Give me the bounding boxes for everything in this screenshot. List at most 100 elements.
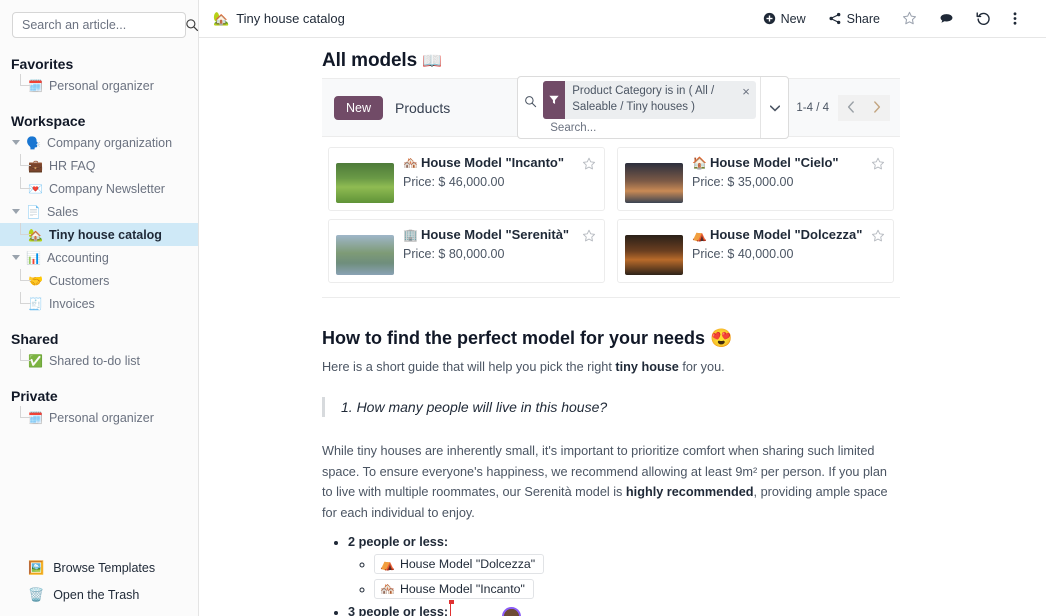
model-chip[interactable]: ⛺ House Model "Dolcezza" bbox=[374, 554, 545, 575]
sidebar-item-sales[interactable]: 📄 Sales bbox=[0, 200, 198, 223]
tree-connector bbox=[20, 292, 31, 304]
houses-icon: 🏘️ bbox=[403, 156, 418, 170]
top-bar-actions: New Share bbox=[752, 7, 1028, 30]
open-trash-label: Open the Trash bbox=[53, 587, 140, 602]
model-chip-label: House Model "Incanto" bbox=[399, 582, 525, 597]
open-trash-button[interactable]: 🗑️ Open the Trash bbox=[0, 581, 198, 608]
sidebar-item-company-organization[interactable]: 🗣️ Company organization bbox=[0, 131, 198, 154]
bar-chart-icon: 📊 bbox=[26, 250, 41, 265]
caret-down-icon[interactable] bbox=[12, 255, 20, 260]
filter-icon bbox=[543, 81, 566, 119]
top-bar: 🏡 Tiny house catalog New Share bbox=[199, 0, 1046, 38]
breadcrumb[interactable]: 🏡 Tiny house catalog bbox=[213, 11, 345, 27]
sidebar-item-customers[interactable]: 🤝 Customers bbox=[0, 269, 198, 292]
product-thumbnail bbox=[625, 163, 683, 203]
product-card-body: 🏢 House Model "Serenità" Price: $ 80,000.0… bbox=[403, 227, 576, 261]
main-area: 🏡 Tiny house catalog New Share All model… bbox=[199, 0, 1046, 616]
product-card-title-text: House Model "Cielo" bbox=[709, 155, 839, 170]
tree-connector bbox=[20, 223, 31, 235]
sidebar-item-shared-to-do-list[interactable]: ✅ Shared to-do list bbox=[0, 349, 198, 372]
remove-facet-button[interactable]: × bbox=[740, 81, 756, 99]
caret-down-icon[interactable] bbox=[12, 140, 20, 145]
tree-connector bbox=[20, 349, 31, 361]
product-card[interactable]: 🏠 House Model "Cielo" Price: $ 35,000.00 bbox=[617, 147, 894, 211]
browse-templates-button[interactable]: 🖼️ Browse Templates bbox=[0, 554, 198, 581]
sidebar-item-company-newsletter[interactable]: 💌 Company Newsletter bbox=[0, 177, 198, 200]
recommendation-group-label: 3 people or less: bbox=[348, 605, 449, 616]
product-card[interactable]: 🏢 House Model "Serenità" Price: $ 80,000.0… bbox=[328, 219, 605, 283]
model-chip-label: House Model "Dolcezza" bbox=[399, 557, 536, 572]
house-with-garden-icon: 🏡 bbox=[213, 10, 230, 26]
guide-heading-text: How to find the perfect model for your n… bbox=[322, 328, 706, 348]
favorite-button[interactable] bbox=[891, 7, 928, 30]
pager: 1-4 / 4 bbox=[796, 94, 890, 121]
new-button[interactable]: New bbox=[752, 8, 817, 30]
page-title: All models 📖 bbox=[199, 38, 1046, 78]
open-book-icon: 📖 bbox=[422, 53, 443, 70]
sidebar-item-accounting[interactable]: 📊 Accounting bbox=[0, 246, 198, 269]
sidebar-item-hr-faq[interactable]: 💼 HR FAQ bbox=[0, 154, 198, 177]
chevron-down-icon bbox=[769, 100, 780, 115]
sidebar-item-tiny-house-catalog[interactable]: 🏡 Tiny house catalog bbox=[0, 223, 198, 246]
favorite-star-icon[interactable] bbox=[576, 157, 596, 174]
browse-templates-label: Browse Templates bbox=[53, 560, 156, 575]
product-card-grid: 🏘️ House Model "Incanto" Price: $ 46,000.0… bbox=[322, 137, 900, 297]
favorite-star-icon[interactable] bbox=[865, 157, 885, 174]
sidebar: Favorites 🗓️Personal organizer Workspace 🗣️… bbox=[0, 0, 199, 616]
sidebar-item-label: Customers bbox=[48, 273, 110, 288]
kebab-menu-icon bbox=[1013, 11, 1017, 26]
history-button[interactable] bbox=[965, 7, 1002, 30]
guide-lead-before: Here is a short guide that will help you… bbox=[322, 360, 616, 374]
comments-button[interactable] bbox=[928, 8, 965, 30]
trash-icon: 🗑️ bbox=[28, 587, 45, 602]
sidebar-item-label: Invoices bbox=[48, 296, 95, 311]
guide-section: How to find the perfect model for your n… bbox=[322, 298, 900, 616]
collaborator-avatar[interactable] bbox=[502, 607, 521, 616]
tree-connector bbox=[20, 406, 31, 418]
product-card-body: 🏠 House Model "Cielo" Price: $ 35,000.00 bbox=[692, 155, 865, 189]
share-icon bbox=[828, 12, 842, 25]
heart-eyes-icon: 😍 bbox=[710, 328, 733, 348]
sidebar-item-invoices[interactable]: 🧾 Invoices bbox=[0, 292, 198, 315]
list-search-box[interactable]: Product Category is in ( All / Saleable … bbox=[517, 76, 790, 139]
favorite-star-icon[interactable] bbox=[865, 229, 885, 246]
search-facet[interactable]: Product Category is in ( All / Saleable … bbox=[543, 81, 756, 119]
list-search-input[interactable]: Search... bbox=[543, 119, 756, 134]
favorite-star-icon[interactable] bbox=[576, 229, 596, 246]
sidebar-section-title: Private bbox=[11, 388, 58, 404]
product-card[interactable]: ⛺ House Model "Dolcezza" Price: $ 40,000.0… bbox=[617, 219, 894, 283]
guide-paragraph: While tiny houses are inherently small, … bbox=[322, 441, 900, 523]
product-thumbnail bbox=[336, 235, 394, 275]
model-chip[interactable]: 🏘️ House Model "Incanto" bbox=[374, 579, 534, 600]
list-view-header: New Products Product Category is in (Al… bbox=[322, 76, 900, 139]
product-card-body: 🏘️ House Model "Incanto" Price: $ 46,000.0… bbox=[403, 155, 576, 189]
recommendation-item: ⛺ House Model "Dolcezza" bbox=[374, 554, 900, 575]
sidebar-item-personal-organizer[interactable]: 🗓️ Personal organizer bbox=[0, 74, 198, 97]
new-record-button[interactable]: New bbox=[334, 95, 384, 120]
search-input[interactable] bbox=[20, 17, 185, 33]
tent-icon: ⛺ bbox=[380, 557, 395, 572]
pager-previous-button[interactable] bbox=[838, 94, 864, 121]
search-dropdown-toggle[interactable] bbox=[760, 77, 788, 138]
sidebar-footer: 🖼️ Browse Templates 🗑️ Open the Trash bbox=[0, 554, 198, 608]
product-card[interactable]: 🏘️ House Model "Incanto" Price: $ 46,000.0… bbox=[328, 147, 605, 211]
chevron-left-icon bbox=[847, 100, 855, 116]
sidebar-item-label: Accounting bbox=[46, 250, 109, 265]
pager-next-button[interactable] bbox=[864, 94, 890, 121]
recommendation-group: 2 people or less: ⛺ House Model "Dolcezza"… bbox=[348, 535, 900, 600]
guide-heading: How to find the perfect model for your n… bbox=[322, 328, 900, 349]
tree-connector bbox=[20, 269, 31, 281]
speaking-head-icon: 🗣️ bbox=[26, 135, 41, 150]
recommendation-sublist: ⛺ House Model "Dolcezza" 🏘️ House Model "In… bbox=[348, 554, 900, 600]
product-card-title-text: House Model "Dolcezza" bbox=[709, 227, 863, 242]
product-card-price: Price: $ 80,000.00 bbox=[403, 247, 505, 261]
model-recommendation-list: 2 people or less: ⛺ House Model "Dolcezza"… bbox=[322, 535, 900, 616]
caret-down-icon[interactable] bbox=[12, 209, 20, 214]
more-options-button[interactable] bbox=[1002, 7, 1028, 30]
guide-lead-bold: tiny house bbox=[615, 360, 679, 374]
sidebar-item-personal-organizer[interactable]: 🗓️ Personal organizer bbox=[0, 406, 198, 429]
sidebar-search[interactable] bbox=[12, 12, 199, 38]
share-button[interactable]: Share bbox=[817, 8, 891, 30]
product-card-price: Price: $ 46,000.00 bbox=[403, 175, 505, 189]
product-card-title-text: House Model "Incanto" bbox=[420, 155, 565, 170]
